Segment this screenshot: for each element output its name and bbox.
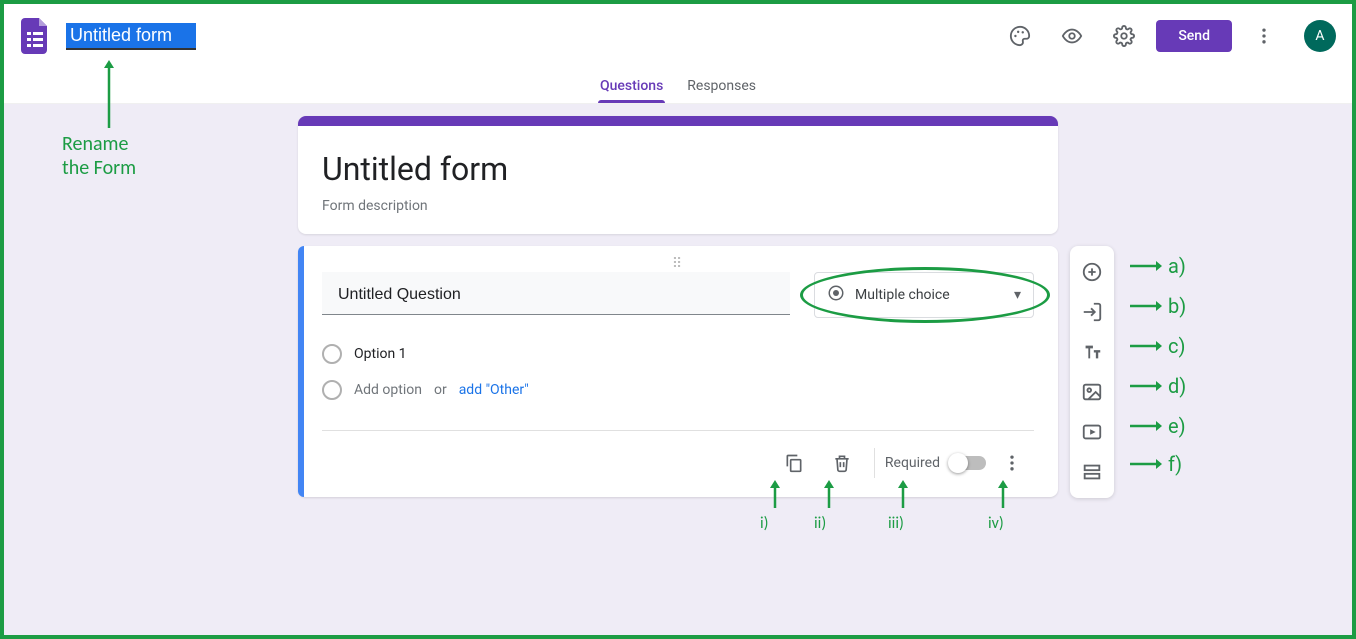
trash-icon[interactable] <box>820 441 864 485</box>
radio-icon <box>827 284 845 306</box>
annotation-b: b) <box>1128 294 1186 318</box>
copy-icon[interactable] <box>772 441 816 485</box>
side-toolbar <box>1070 246 1114 498</box>
required-toggle[interactable] <box>950 456 986 470</box>
add-option-row: Add option or add "Other" <box>322 372 1034 408</box>
header-actions: Send A <box>1000 16 1336 56</box>
form-title-card[interactable]: Untitled form Form description <box>298 116 1058 234</box>
annotation-iv: iv) <box>988 506 1004 533</box>
annotation-d: d) <box>1128 374 1186 398</box>
annotation-iii: iii) <box>888 506 904 533</box>
tab-responses[interactable]: Responses <box>687 68 756 103</box>
radio-empty-icon <box>322 344 342 364</box>
add-other-link[interactable]: add "Other" <box>459 382 529 398</box>
radio-empty-icon <box>322 380 342 400</box>
text-icon[interactable] <box>1070 332 1114 372</box>
question-more-icon[interactable] <box>990 441 1034 485</box>
gear-icon[interactable] <box>1104 16 1144 56</box>
annotation-c: c) <box>1128 334 1185 358</box>
header: Send A <box>4 4 1352 68</box>
form-description[interactable]: Form description <box>322 198 1034 214</box>
annotation-i: i) <box>760 506 769 533</box>
annotation-a: a) <box>1128 254 1186 278</box>
plus-circle-icon[interactable] <box>1070 252 1114 292</box>
question-type-label: Multiple choice <box>855 287 950 303</box>
send-button[interactable]: Send <box>1156 20 1232 52</box>
required-label: Required <box>885 455 940 471</box>
forms-logo-icon <box>20 18 50 54</box>
video-icon[interactable] <box>1070 412 1114 452</box>
tabs: Questions Responses <box>4 68 1352 104</box>
question-card[interactable]: ⠿ Multiple choice ▾ Option 1 <box>298 246 1058 497</box>
divider <box>874 448 875 478</box>
tab-questions[interactable]: Questions <box>600 68 663 103</box>
drag-handle-icon[interactable]: ⠿ <box>322 256 1034 272</box>
palette-icon[interactable] <box>1000 16 1040 56</box>
image-icon[interactable] <box>1070 372 1114 412</box>
add-option-text[interactable]: Add option <box>354 382 422 398</box>
annotation-e: e) <box>1128 414 1186 438</box>
section-icon[interactable] <box>1070 452 1114 492</box>
annotation-f: f) <box>1128 452 1182 476</box>
option-row[interactable]: Option 1 <box>322 336 1034 372</box>
import-icon[interactable] <box>1070 292 1114 332</box>
question-title-input[interactable] <box>322 272 790 315</box>
form-title-input[interactable] <box>66 23 196 50</box>
avatar[interactable]: A <box>1304 20 1336 52</box>
chevron-down-icon: ▾ <box>1014 287 1021 303</box>
question-type-select[interactable]: Multiple choice ▾ <box>814 272 1034 318</box>
question-footer: Required <box>322 430 1034 491</box>
annotation-ii: ii) <box>814 506 826 533</box>
form-title-text[interactable]: Untitled form <box>322 150 1034 188</box>
or-text: or <box>434 382 447 398</box>
more-vert-icon[interactable] <box>1244 16 1284 56</box>
eye-icon[interactable] <box>1052 16 1092 56</box>
form-canvas: Untitled form Form description ⠿ Multipl… <box>4 104 1352 635</box>
option-label[interactable]: Option 1 <box>354 346 407 362</box>
